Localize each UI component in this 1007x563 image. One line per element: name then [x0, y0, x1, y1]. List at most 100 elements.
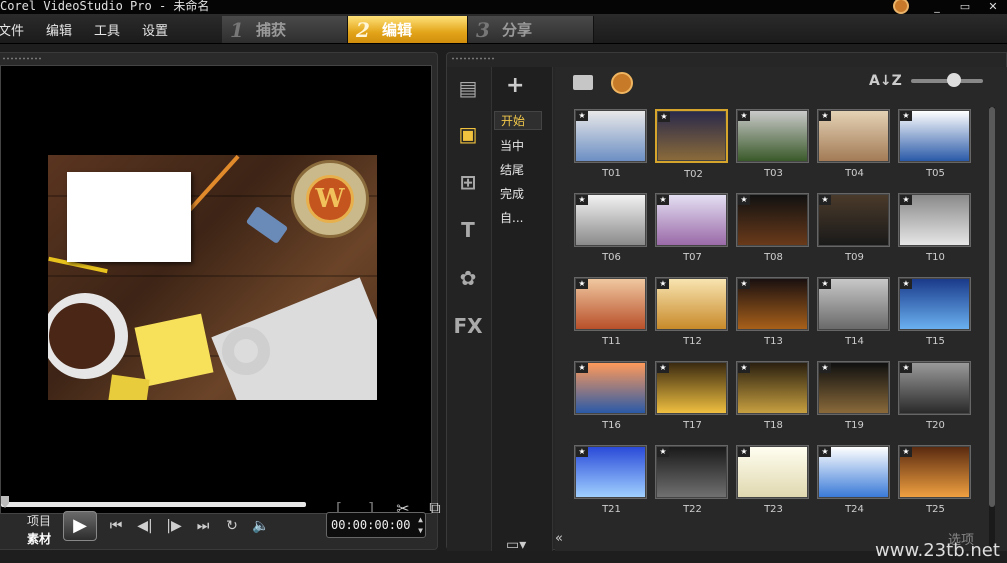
- template-star-icon: ★: [900, 363, 912, 373]
- thumbnail-t02[interactable]: ★ T02: [655, 109, 728, 180]
- scrollbar-thumb[interactable]: [989, 107, 995, 507]
- thumbnail-t10[interactable]: ★ T10: [898, 193, 971, 263]
- window-controls: _ ▭ ✕: [893, 0, 1007, 14]
- thumbnail-t01[interactable]: ★ T01: [574, 109, 647, 179]
- import-icon[interactable]: ▭▾: [506, 537, 526, 553]
- thumbnail-t04[interactable]: ★ T04: [817, 109, 890, 179]
- note-graphic: [108, 374, 150, 400]
- thumbnail-t22[interactable]: ★ T22: [655, 445, 728, 515]
- blank-paper-graphic: [67, 172, 191, 262]
- vertical-scrollbar[interactable]: [989, 107, 995, 547]
- thumbnail-t12[interactable]: ★ T12: [655, 277, 728, 347]
- timecode-field[interactable]: 00:00:00:00 ▲ ▼: [326, 512, 426, 538]
- thumbnail-caption: T17: [683, 420, 702, 431]
- library-category-bar: ▤ ▣ ⊞ T ✿ FX: [447, 67, 491, 551]
- graphic-icon[interactable]: ✿: [453, 263, 483, 293]
- sort-icon[interactable]: A↓Z: [869, 73, 902, 89]
- tape-graphic: [222, 327, 270, 375]
- w-logo-graphic: W: [306, 175, 354, 223]
- thumbnail-caption: T01: [602, 168, 621, 179]
- template-star-icon: ★: [900, 279, 912, 289]
- home-icon[interactable]: ⏮: [106, 516, 126, 536]
- previous-frame-icon[interactable]: ◀|: [135, 516, 155, 536]
- eraser-graphic: [245, 205, 289, 245]
- tab-edit[interactable]: 2 编辑: [348, 16, 468, 43]
- repeat-icon[interactable]: ↻: [222, 516, 242, 536]
- thumbnail-caption: T11: [602, 336, 621, 347]
- scrub-bar[interactable]: [1, 502, 306, 507]
- thumbnail-t25[interactable]: ★ T25: [898, 445, 971, 515]
- transport-buttons: ⏮ ◀| |▶ ⏭ ↻ 🔈: [106, 516, 271, 536]
- folder-item-end[interactable]: 结尾: [500, 161, 524, 178]
- template-star-icon: ★: [819, 447, 831, 457]
- thumbnail-t03[interactable]: ★ T03: [736, 109, 809, 179]
- thumbnail-t09[interactable]: ★ T09: [817, 193, 890, 263]
- timecode-spinner-icon[interactable]: ▲ ▼: [418, 514, 423, 536]
- thumbnail-t18[interactable]: ★ T18: [736, 361, 809, 431]
- folder-item-start[interactable]: 开始: [494, 111, 542, 130]
- thumbnail-caption: T02: [684, 169, 703, 180]
- template-star-icon: ★: [819, 279, 831, 289]
- folder-item-middle[interactable]: 当中: [500, 137, 524, 154]
- thumbnail-t14[interactable]: ★ T14: [817, 277, 890, 347]
- thumbnail-t11[interactable]: ★ T11: [574, 277, 647, 347]
- panel-grip[interactable]: [451, 57, 495, 60]
- template-star-icon: ★: [819, 111, 831, 121]
- thumbnail-t06[interactable]: ★ T06: [574, 193, 647, 263]
- thumbnail-t21[interactable]: ★ T21: [574, 445, 647, 515]
- slider-knob[interactable]: [947, 73, 961, 87]
- close-button[interactable]: ✕: [979, 0, 1007, 14]
- fx-icon[interactable]: FX: [453, 311, 483, 341]
- collapse-icon[interactable]: «: [555, 531, 573, 549]
- menu-edit[interactable]: 编辑: [46, 20, 83, 39]
- playback-controls: 项目 素材 ▶ ⏮ ◀| |▶ ⏭ ↻ 🔈 00:00:00:00 ▲ ▼: [0, 508, 438, 546]
- coffee-graphic: [49, 303, 115, 369]
- title-icon[interactable]: T: [453, 215, 483, 245]
- transition-icon[interactable]: ⊞: [453, 167, 483, 197]
- clip-mode[interactable]: 素材: [27, 530, 51, 548]
- menu-tools[interactable]: 工具: [94, 20, 131, 39]
- thumbnail-t05[interactable]: ★ T05: [898, 109, 971, 179]
- thumbnail-t19[interactable]: ★ T19: [817, 361, 890, 431]
- menu-file[interactable]: 文件: [0, 20, 35, 39]
- media-icon[interactable]: ▤: [453, 73, 483, 103]
- thumbnail-caption: T16: [602, 420, 621, 431]
- maximize-button[interactable]: ▭: [951, 0, 979, 14]
- tab-share[interactable]: 3 分享: [468, 16, 594, 43]
- coffee-cup-graphic: [48, 293, 128, 379]
- thumbnail-t15[interactable]: ★ T15: [898, 277, 971, 347]
- panel-grip[interactable]: [2, 57, 42, 60]
- preview-image: W: [48, 155, 377, 400]
- thumbnail-grid: ★ T01 ★ T02 ★ T03 ★ T04 ★ T05 ★ T06 ★ T07 ★ T08 ★ T09 ★ T10…: [574, 109, 984, 515]
- app-reel-icon[interactable]: [893, 0, 909, 14]
- end-icon[interactable]: ⏭: [193, 516, 213, 536]
- thumbnail-t20[interactable]: ★ T20: [898, 361, 971, 431]
- instant-project-icon[interactable]: ▣: [453, 119, 483, 149]
- workflow-steps: 1 捕获 2 编辑 3 分享: [222, 16, 594, 43]
- tab-capture[interactable]: 1 捕获: [222, 16, 348, 43]
- template-star-icon: ★: [576, 363, 588, 373]
- thumbnail-t17[interactable]: ★ T17: [655, 361, 728, 431]
- menu-settings[interactable]: 设置: [142, 20, 179, 39]
- thumbnail-caption: T19: [845, 420, 864, 431]
- folder-item-custom[interactable]: 自...: [500, 209, 523, 226]
- thumbnail-t08[interactable]: ★ T08: [736, 193, 809, 263]
- thumbnail-t16[interactable]: ★ T16: [574, 361, 647, 431]
- template-star-icon: ★: [738, 447, 750, 457]
- add-folder-icon[interactable]: +: [506, 73, 524, 98]
- thumbnail-caption: T21: [602, 504, 621, 515]
- thumbnail-t24[interactable]: ★ T24: [817, 445, 890, 515]
- folder-icon[interactable]: [573, 75, 593, 90]
- project-mode[interactable]: 项目: [27, 512, 51, 530]
- next-frame-icon[interactable]: |▶: [164, 516, 184, 536]
- thumbnail-t23[interactable]: ★ T23: [736, 445, 809, 515]
- play-button[interactable]: ▶: [63, 511, 97, 541]
- thumbnail-t13[interactable]: ★ T13: [736, 277, 809, 347]
- minimize-button[interactable]: _: [923, 0, 951, 14]
- thumbnail-caption: T20: [926, 420, 945, 431]
- template-star-icon: ★: [657, 195, 669, 205]
- film-reel-icon[interactable]: [611, 72, 633, 94]
- thumbnail-t07[interactable]: ★ T07: [655, 193, 728, 263]
- volume-icon[interactable]: 🔈: [251, 516, 271, 536]
- folder-item-complete[interactable]: 完成: [500, 185, 524, 202]
